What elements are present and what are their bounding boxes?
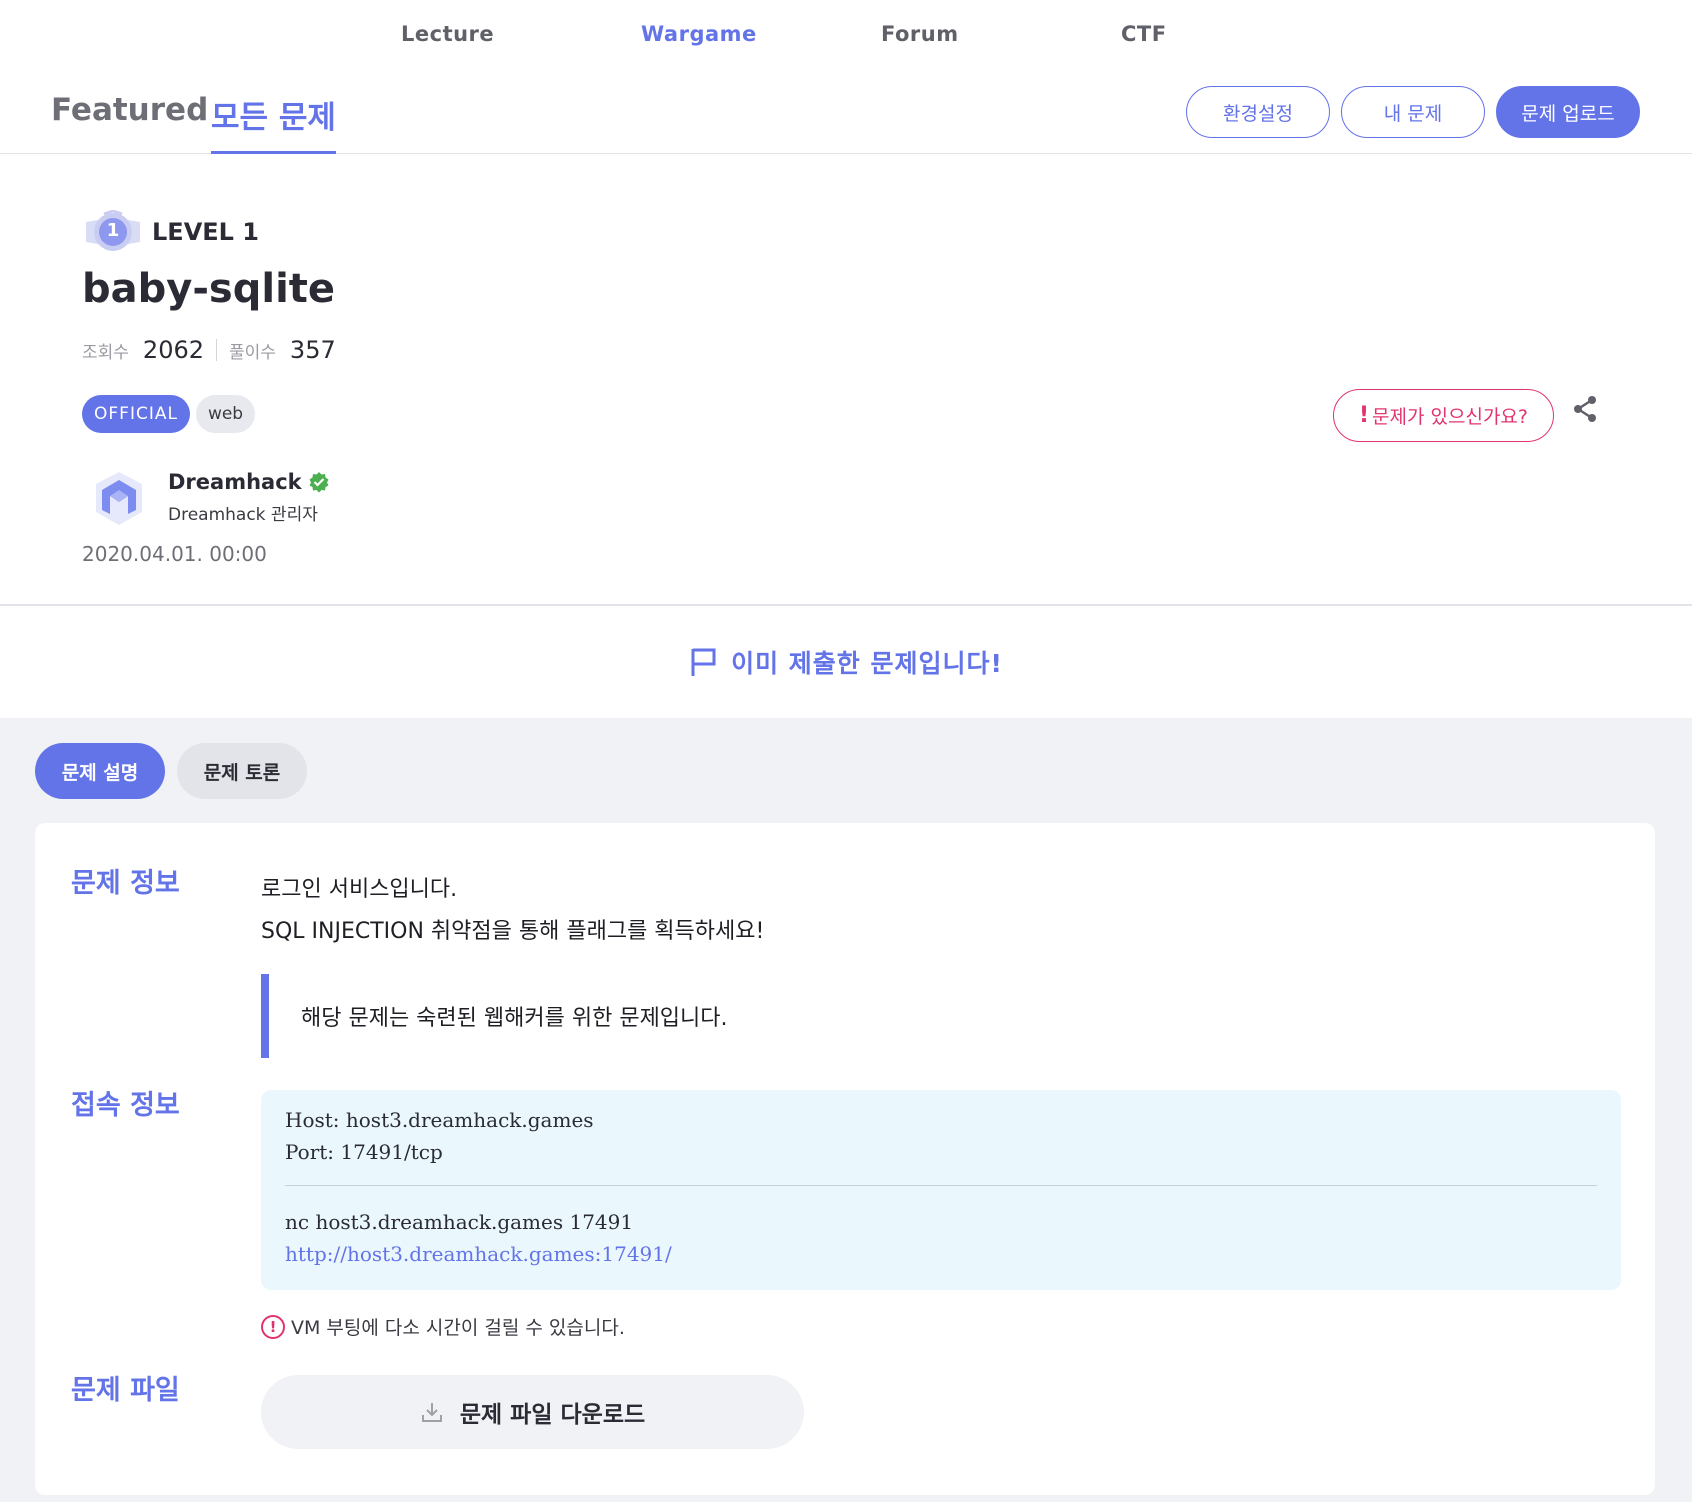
settings-button[interactable]: 환경설정 — [1186, 86, 1330, 138]
my-problems-button[interactable]: 내 문제 — [1341, 86, 1485, 138]
views-label: 조회수 — [82, 343, 129, 363]
views-count: 2062 — [142, 336, 204, 364]
tab-all-problems[interactable]: 모든 문제 — [211, 92, 336, 154]
top-nav: Lecture Wargame Forum CTF — [0, 0, 1692, 76]
level-badge-number: 1 — [106, 220, 120, 241]
author-name[interactable]: Dreamhack — [168, 470, 302, 494]
level-badge-icon: 1 — [82, 209, 144, 254]
nav-forum[interactable]: Forum — [881, 22, 959, 46]
connection-info-label: 접속 정보 — [71, 1090, 180, 1121]
description-line: 로그인 서비스입니다. — [261, 877, 458, 902]
challenge-title: baby-sqlite — [82, 266, 336, 312]
description-line: SQL INJECTION 취약점을 통해 플래그를 획득하세요! — [261, 919, 765, 944]
tab-featured[interactable]: Featured — [51, 92, 208, 154]
tab-problem-description[interactable]: 문제 설명 — [35, 743, 165, 799]
flag-icon — [691, 648, 716, 676]
report-problem-button[interactable]: ! 문제가 있으신가요? — [1333, 389, 1554, 442]
warning-icon: ! — [261, 1314, 285, 1339]
author-role: Dreamhack 관리자 — [168, 505, 318, 525]
solves-count: 357 — [289, 336, 336, 364]
dreamhack-logo[interactable] — [92, 470, 146, 528]
connection-nc-command: nc host3.dreamhack.games 17491 — [285, 1210, 634, 1234]
problem-card: 문제 정보 로그인 서비스입니다. SQL INJECTION 취약점을 통해 … — [35, 823, 1655, 1495]
download-file-button[interactable]: 문제 파일 다운로드 — [261, 1375, 804, 1449]
nav-wargame[interactable]: Wargame — [641, 22, 757, 46]
tag-list: OFFICIAL web — [82, 395, 261, 433]
download-file-label: 문제 파일 다운로드 — [459, 1402, 646, 1428]
exclamation-icon: ! — [1358, 403, 1370, 428]
upload-problem-button[interactable]: 문제 업로드 — [1496, 86, 1640, 138]
author-text: Dreamhack Dreamhack 관리자 — [168, 470, 330, 528]
connection-port: Port: 17491/tcp — [285, 1140, 443, 1164]
nav-lecture[interactable]: Lecture — [401, 22, 494, 46]
problem-description: 로그인 서비스입니다. SQL INJECTION 취약점을 통해 플래그를 획… — [261, 869, 764, 953]
connection-info-box: Host: host3.dreamhack.games Port: 17491/… — [261, 1090, 1621, 1290]
connection-url-link[interactable]: http://host3.dreamhack.games:17491/ — [285, 1238, 1597, 1270]
content-area: 문제 설명 문제 토론 문제 정보 로그인 서비스입니다. SQL INJECT… — [0, 718, 1692, 1502]
verified-icon — [308, 471, 330, 493]
download-icon — [421, 1403, 442, 1422]
sub-header: Featured 모든 문제 환경설정 내 문제 문제 업로드 — [0, 76, 1692, 154]
tag-web[interactable]: web — [195, 395, 256, 433]
problem-info-label: 문제 정보 — [71, 868, 180, 899]
submitted-banner: 이미 제출한 문제입니다! — [0, 606, 1692, 718]
report-problem-label: 문제가 있으신가요? — [1372, 406, 1528, 428]
tab-problem-discussion[interactable]: 문제 토론 — [177, 743, 307, 799]
level-label: LEVEL 1 — [152, 218, 260, 246]
published-date: 2020.04.01. 00:00 — [82, 542, 267, 566]
nav-ctf[interactable]: CTF — [1121, 22, 1167, 46]
solves-label: 풀이수 — [229, 343, 276, 363]
vm-boot-note-text: VM 부팅에 다소 시간이 걸릴 수 있습니다. — [291, 1317, 625, 1339]
share-icon[interactable] — [1570, 394, 1600, 424]
connection-divider — [285, 1185, 1597, 1186]
submitted-text: 이미 제출한 문제입니다! — [731, 649, 1003, 678]
stat-divider — [216, 339, 217, 361]
challenge-stats: 조회수 2062 풀이수 357 — [82, 336, 336, 364]
problem-file-label: 문제 파일 — [71, 1375, 180, 1406]
tag-official[interactable]: OFFICIAL — [82, 395, 190, 433]
author-name-row: Dreamhack — [168, 470, 330, 494]
vm-boot-note: ! VM 부팅에 다소 시간이 걸릴 수 있습니다. — [261, 1313, 625, 1340]
author-info: Dreamhack Dreamhack 관리자 — [92, 470, 330, 528]
connection-host: Host: host3.dreamhack.games — [285, 1108, 594, 1132]
level-row: 1 LEVEL 1 — [82, 209, 260, 254]
difficulty-quote: 해당 문제는 숙련된 웹해커를 위한 문제입니다. — [261, 974, 781, 1058]
challenge-header: 1 LEVEL 1 baby-sqlite 조회수 2062 풀이수 357 O… — [0, 154, 1692, 606]
